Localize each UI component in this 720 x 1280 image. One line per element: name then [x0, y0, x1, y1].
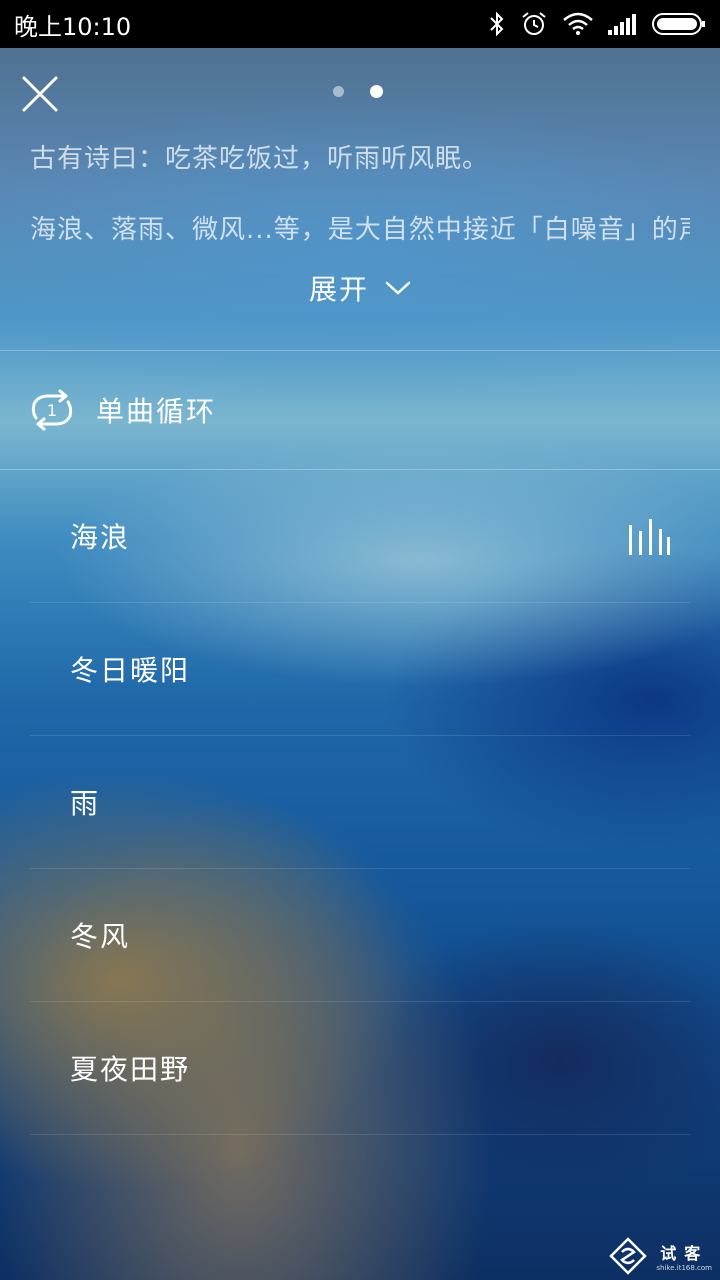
- divider-top: [0, 350, 720, 351]
- page-dot-1[interactable]: [333, 86, 344, 97]
- track-name: 冬日暖阳: [70, 654, 191, 687]
- chevron-down-icon: [385, 281, 411, 295]
- player-panel: 古有诗曰：吃茶吃饭过，听雨听风眠。 海浪、落雨、微风...等，是大自然中接近「白…: [0, 0, 720, 1280]
- track-item-3[interactable]: 雨: [30, 736, 690, 869]
- watermark-logo-icon: [609, 1237, 648, 1275]
- battery-icon: [652, 13, 705, 35]
- track-item-1[interactable]: 海浪: [30, 470, 690, 603]
- track-item-5[interactable]: 夏夜田野: [30, 1002, 690, 1135]
- track-item-2[interactable]: 冬日暖阳: [30, 603, 690, 736]
- expand-button[interactable]: 展开: [0, 268, 720, 308]
- track-name: 夏夜田野: [70, 1053, 191, 1086]
- play-mode-label: 单曲循环: [96, 395, 217, 428]
- now-playing-icon: [629, 519, 670, 555]
- wifi-icon: [563, 12, 593, 35]
- status-time: 晚上10:10: [14, 12, 132, 41]
- page-indicator: [333, 85, 383, 98]
- signal-icon: [608, 14, 636, 35]
- track-item-4[interactable]: 冬风: [30, 869, 690, 1002]
- watermark: 试客 shike.it168.com: [608, 1236, 712, 1276]
- play-mode-toggle[interactable]: 1 单曲循环: [28, 388, 216, 432]
- intro-line-2: 海浪、落雨、微风...等，是大自然中接近「白噪音」的声: [30, 215, 690, 245]
- status-icons: [488, 10, 706, 38]
- repeat-one-icon: 1: [31, 389, 73, 431]
- expand-label: 展开: [308, 273, 369, 306]
- close-button[interactable]: [20, 74, 60, 114]
- track-name: 雨: [70, 787, 101, 820]
- alarm-icon: [522, 12, 546, 35]
- svg-text:1: 1: [47, 401, 57, 420]
- intro-line-1: 古有诗曰：吃茶吃饭过，听雨听风眠。: [30, 144, 490, 174]
- watermark-en: shike.it168.com: [656, 1264, 712, 1272]
- page-dot-2[interactable]: [370, 85, 383, 98]
- track-name: 冬风: [70, 920, 131, 953]
- track-list: 海浪 冬日暖阳 雨 冬风 夏夜田野: [30, 470, 690, 1135]
- status-bar: 晚上10:10: [0, 0, 720, 48]
- intro-text: 古有诗曰：吃茶吃饭过，听雨听风眠。 海浪、落雨、微风...等，是大自然中接近「白…: [30, 138, 690, 246]
- bluetooth-icon: [490, 11, 504, 37]
- track-name: 海浪: [70, 521, 131, 554]
- close-icon: [22, 76, 58, 112]
- watermark-cn: 试客: [660, 1244, 709, 1263]
